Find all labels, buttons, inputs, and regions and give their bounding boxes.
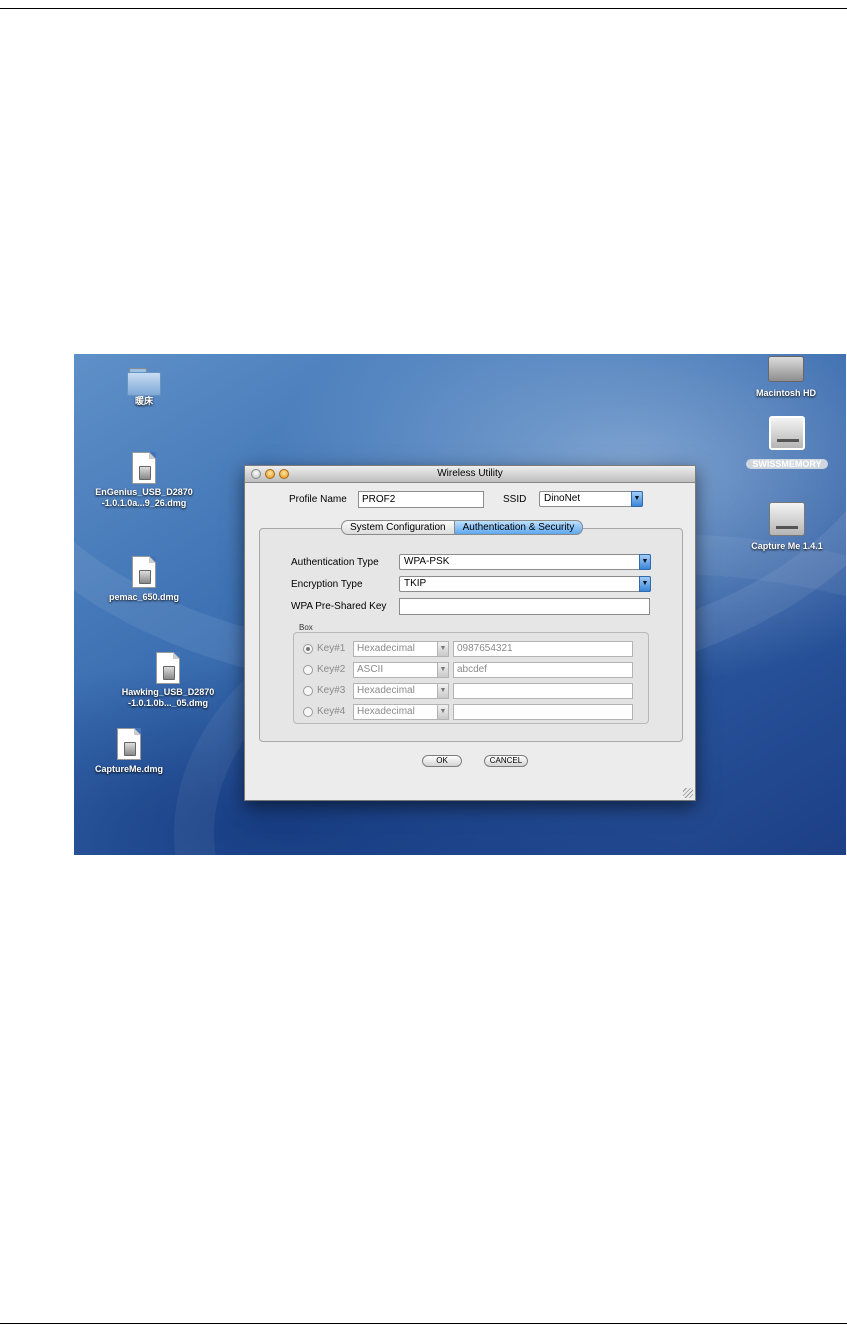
key2-radio[interactable] [303,665,313,675]
header-rule [0,8,847,9]
icon-label: pemac_650.dmg [108,592,180,602]
title-bar[interactable]: Wireless Utility [245,466,695,483]
icon-label-line2: -1.0.1.0a...9_26.dmg [101,498,187,508]
icon-label: SWISSMEMORY [746,459,828,469]
dropdown-arrow-icon: ▼ [437,683,449,699]
key4-value-input[interactable] [453,704,633,720]
key2-label: Key#2 [317,664,346,675]
desktop-dmg-pemac[interactable]: pemac_650.dmg [84,556,204,603]
key4-type-value: Hexadecimal [357,706,415,717]
removable-drive-icon [769,502,805,536]
auth-type-value: WPA-PSK [404,556,450,567]
key3-type-select[interactable]: Hexadecimal ▼ [353,683,449,699]
key1-radio[interactable] [303,644,313,654]
wpa-key-input[interactable] [399,598,650,615]
wpa-key-label: WPA Pre-Shared Key [291,601,387,612]
dropdown-arrow-icon: ▼ [437,641,449,657]
encryption-type-select[interactable]: TKIP ▼ [399,576,651,592]
dropdown-arrow-icon: ▼ [639,576,651,592]
key1-type-select[interactable]: Hexadecimal ▼ [353,641,449,657]
tab-bar: System Configuration Authentication & Se… [341,520,584,535]
encryption-type-value: TKIP [404,578,427,589]
ok-button[interactable]: OK [422,755,462,767]
box-label: Box [299,623,313,632]
tab-system-configuration[interactable]: System Configuration [341,520,455,535]
key1-type-value: Hexadecimal [357,643,415,654]
key2-type-value: ASCII [357,664,384,675]
icon-label-line1: Hawking_USB_D2870 [121,687,215,697]
key3-value-input[interactable] [453,683,633,699]
wireless-utility-window: Wireless Utility Profile Name PROF2 SSID… [244,465,696,801]
desktop-dmg-hawking[interactable]: Hawking_USB_D2870 -1.0.1.0b..._05.dmg [98,652,238,709]
auth-type-label: Authentication Type [291,557,379,568]
key4-type-select[interactable]: Hexadecimal ▼ [353,704,449,720]
folder-icon [127,368,161,396]
desktop-swissmemory[interactable]: SWISSMEMORY [744,416,830,472]
encryption-type-label: Encryption Type [291,579,363,590]
key1-value-input[interactable]: 0987654321 [453,641,633,657]
ssid-value: DinoNet [544,493,581,504]
icon-label-line1: EnGenius_USB_D2870 [95,487,193,497]
key2-value-input[interactable]: abcdef [453,662,633,678]
ssid-label: SSID [503,494,527,505]
icon-label: CaptureMe.dmg [94,764,163,774]
window-title: Wireless Utility [437,468,503,479]
disk-image-icon [132,556,156,588]
desktop-dmg-engenius[interactable]: EnGenius_USB_D2870 -1.0.1.0a...9_26.dmg [74,452,214,509]
desktop-folder[interactable]: 暖床 [114,368,174,407]
icon-label: 暖床 [134,396,153,406]
icon-label-line2: -1.0.1.0b..._05.dmg [127,698,209,708]
desktop-dmg-captureme[interactable]: CaptureMe.dmg [74,728,184,775]
key3-radio[interactable] [303,686,313,696]
profile-name-input[interactable]: PROF2 [358,491,484,508]
tab-authentication-security[interactable]: Authentication & Security [454,520,584,535]
key2-type-select[interactable]: ASCII ▼ [353,662,449,678]
icon-label: Capture Me 1.4.1 [751,541,823,551]
removable-drive-icon [769,416,805,450]
profile-name-label: Profile Name [289,494,347,505]
key3-type-value: Hexadecimal [357,685,415,696]
disk-image-icon [132,452,156,484]
key1-label: Key#1 [317,643,346,654]
key4-radio[interactable] [303,707,313,717]
hard-drive-icon [768,356,804,382]
ssid-select[interactable]: DinoNet ▼ [539,491,643,507]
resize-grip-icon[interactable] [683,788,693,798]
dropdown-arrow-icon: ▼ [437,662,449,678]
auth-type-select[interactable]: WPA-PSK ▼ [399,554,651,570]
disk-image-icon [117,728,141,760]
dropdown-arrow-icon: ▼ [639,554,651,570]
disk-image-icon [156,652,180,684]
desktop-capture-me[interactable]: Capture Me 1.4.1 [744,502,830,552]
dropdown-arrow-icon: ▼ [631,491,643,507]
key3-label: Key#3 [317,685,346,696]
key4-label: Key#4 [317,706,346,717]
cancel-button[interactable]: CANCEL [484,755,528,767]
icon-label: Macintosh HD [755,388,816,398]
desktop-macintosh-hd[interactable]: Macintosh HD [746,356,826,399]
dropdown-arrow-icon: ▼ [437,704,449,720]
footer-rule [0,1323,847,1324]
